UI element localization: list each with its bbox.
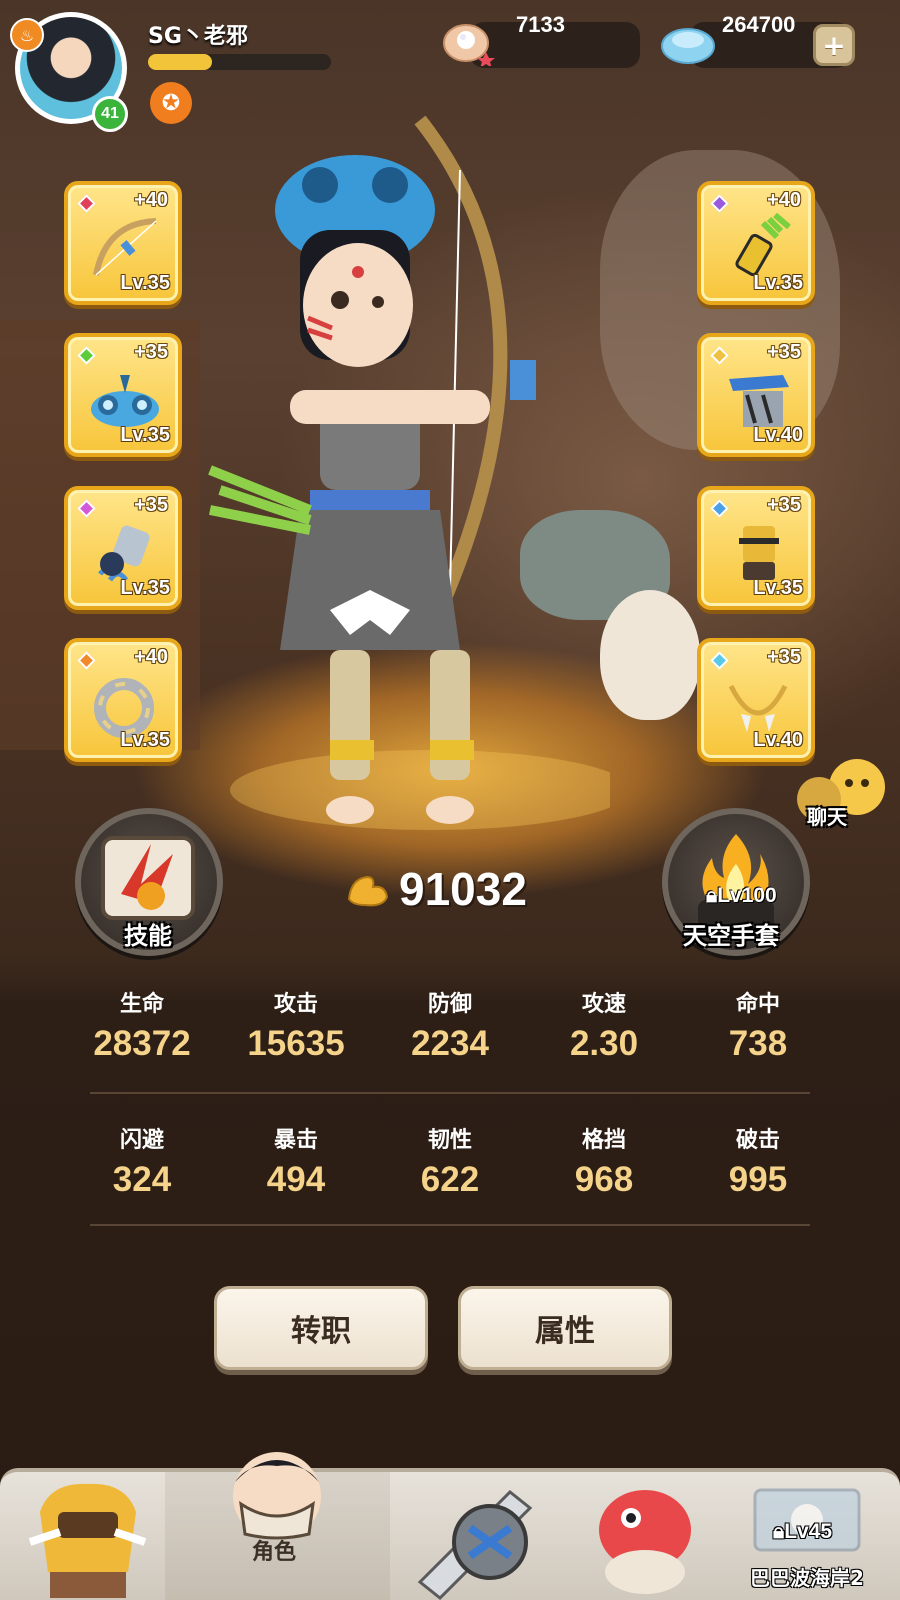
item-level: Lv.35 (120, 577, 170, 599)
stats-divider (90, 1224, 810, 1226)
tab-weapon[interactable] (390, 1472, 565, 1600)
stat-pierce: 破击 995 (728, 1128, 788, 1199)
hero-character (208, 115, 610, 830)
equip-slot-weapon[interactable]: +40 Lv.35 (64, 181, 182, 305)
enhance-level: +40 (134, 646, 168, 668)
character-icon (233, 1452, 321, 1540)
combat-power-value: 91032 (399, 863, 527, 915)
stage-lock-level: 🔒︎Lv45 (773, 1520, 833, 1543)
stat-toughness: 韧性 622 (420, 1128, 480, 1199)
xp-bar (148, 54, 331, 70)
pet-icon (599, 1490, 691, 1594)
tab-character-label: 角色 (252, 1540, 297, 1565)
enhance-level: +40 (134, 189, 168, 211)
sky-gloves-label: 天空手套 (683, 922, 779, 950)
job-change-button[interactable]: 转职 (214, 1286, 428, 1370)
gem-count: 264700 (722, 12, 796, 37)
equip-slot-necklace[interactable]: +35 Lv.40 (697, 638, 815, 762)
attributes-button[interactable]: 属性 (458, 1286, 672, 1370)
muscle-arm-icon (347, 875, 389, 907)
guild-crest-icon: ♨ (10, 18, 44, 52)
rarity-gem-icon (710, 651, 729, 670)
weapon-lock-level: 🔒︎Lv100 (706, 884, 777, 907)
pearl-shell-icon (443, 24, 495, 66)
rarity-gem-icon (77, 194, 96, 213)
stat-crit: 暴击 494 (266, 1128, 326, 1199)
item-level: Lv.35 (753, 577, 803, 599)
equip-slot-boots[interactable]: +35 Lv.35 (697, 486, 815, 610)
rarity-gem-icon (77, 499, 96, 518)
tab-character[interactable]: 角色 (165, 1452, 390, 1600)
tab-beast[interactable] (10, 1472, 165, 1600)
equip-slot-gloves[interactable]: +35 Lv.35 (64, 486, 182, 610)
stat-defense: 防御 2234 (411, 992, 489, 1063)
tab-pet[interactable] (565, 1472, 725, 1600)
beast-mask-icon (28, 1483, 147, 1598)
stat-block: 格挡 968 (574, 1128, 634, 1199)
dino-egg (600, 590, 700, 720)
stats-row-2: 闪避 324 暴击 494 韧性 622 格挡 968 破击 995 (65, 1122, 835, 1200)
item-level: Lv.35 (753, 272, 803, 294)
stat-dodge: 闪避 324 (112, 1128, 172, 1199)
rarity-gem-icon (710, 194, 729, 213)
equip-slot-ring[interactable]: +40 Lv.35 (64, 638, 182, 762)
title-badge-icon[interactable]: ✪ (150, 82, 192, 124)
enhance-level: +35 (767, 494, 801, 516)
player-level-badge: 41 (92, 96, 128, 132)
lock-icon: 🔒︎ (773, 1520, 785, 1543)
xp-bar-fill (148, 54, 213, 70)
item-level: Lv.40 (753, 424, 803, 446)
stats-divider (90, 1092, 810, 1094)
enhance-level: +35 (134, 494, 168, 516)
lock-icon: 🔒︎ (706, 884, 718, 907)
equip-slot-quiver[interactable]: +40 Lv.35 (697, 181, 815, 305)
player-name: SG丶老邪 (148, 24, 248, 49)
item-level: Lv.35 (120, 272, 170, 294)
item-level: Lv.35 (120, 424, 170, 446)
stat-hp: 生命 28372 (93, 992, 191, 1063)
rarity-gem-icon (710, 346, 729, 365)
stage-name: 巴巴波海岸2 (750, 1566, 864, 1590)
chat-label: 聊天 (807, 805, 847, 829)
enhance-level: +35 (134, 341, 168, 363)
enhance-level: +35 (767, 646, 801, 668)
stats-row-1: 生命 28372 攻击 15635 防御 2234 攻速 2.30 命中 738 (65, 986, 835, 1064)
rarity-gem-icon (77, 651, 96, 670)
stat-accuracy: 命中 738 (728, 992, 788, 1063)
enhance-level: +40 (767, 189, 801, 211)
item-level: Lv.40 (753, 729, 803, 751)
equip-slot-helmet[interactable]: +35 Lv.35 (64, 333, 182, 457)
crystal-shell-icon (661, 28, 715, 64)
weapon-icon (417, 1489, 533, 1600)
equip-slot-armor[interactable]: +35 Lv.40 (697, 333, 815, 457)
rarity-gem-icon (77, 346, 96, 365)
enhance-level: +35 (767, 341, 801, 363)
stat-attack: 攻击 15635 (247, 992, 345, 1063)
item-level: Lv.35 (120, 729, 170, 751)
add-currency-button[interactable]: + (813, 24, 855, 66)
combat-power: 91032 (345, 862, 527, 916)
shell-count: 7133 (516, 12, 565, 37)
stat-attack-speed: 攻速 2.30 (569, 992, 639, 1063)
skills-label: 技能 (124, 922, 172, 950)
rarity-gem-icon (710, 499, 729, 518)
